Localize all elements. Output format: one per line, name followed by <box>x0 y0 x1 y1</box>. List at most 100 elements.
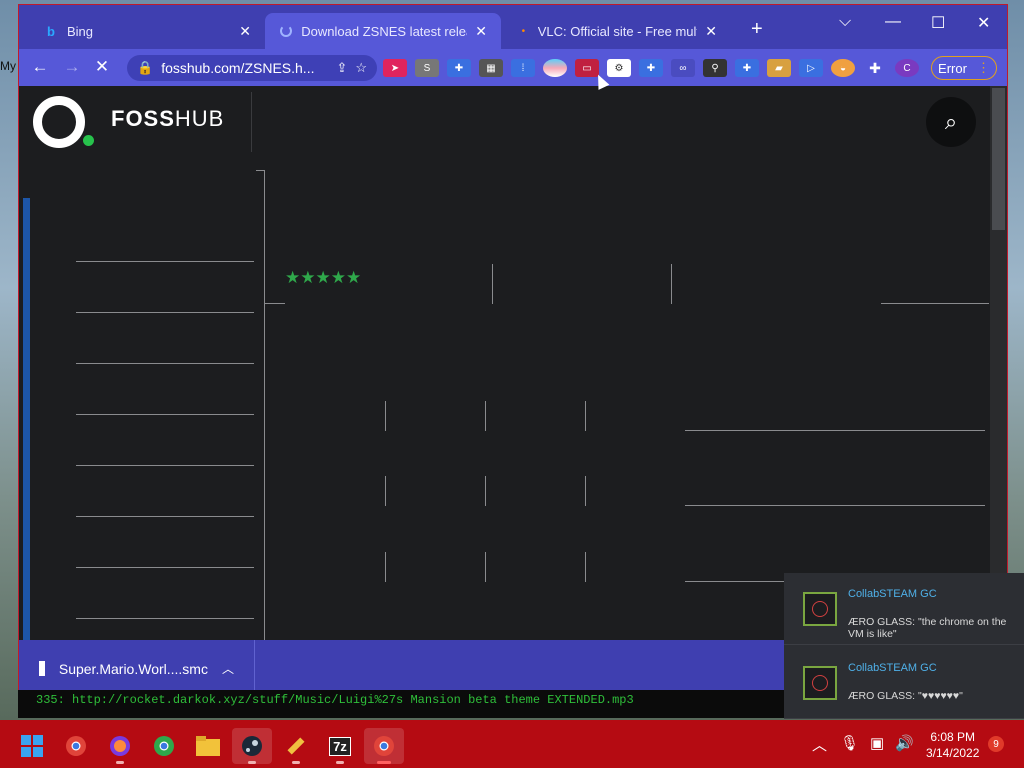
network-icon[interactable]: ▣ <box>870 734 884 752</box>
lock-icon[interactable]: 🔒 <box>137 60 153 76</box>
profile-c-icon[interactable]: C <box>895 59 919 77</box>
menu-dots-icon: ⋮ <box>976 60 990 75</box>
notification-title: CollabSTEAM GC <box>848 662 937 674</box>
download-item[interactable]: Super.Mario.Worl....smc ︿ <box>19 640 255 696</box>
bookmark-star-icon[interactable]: ☆ <box>355 60 367 76</box>
translate-ext-icon[interactable]: ⚙ <box>607 59 631 77</box>
scrollbar-thumb[interactable] <box>992 88 1005 230</box>
address-bar[interactable]: 🔒 fosshub.com/ZSNES.h... ⇪ ☆ <box>127 55 377 81</box>
puzzle-ext-icon[interactable]: ✚ <box>735 59 759 77</box>
sidebar-separator <box>76 312 254 313</box>
loading-spinner-icon <box>279 23 293 39</box>
monitor-ext-icon[interactable]: ▭ <box>575 59 599 77</box>
error-label: Error <box>938 60 967 76</box>
close-tab-icon[interactable]: ✕ <box>239 23 251 40</box>
steam-notification[interactable]: CollabSTEAM GC ÆRO GLASS: "the chrome on… <box>784 573 1024 645</box>
table-row-line <box>685 505 985 506</box>
notification-body: ÆRO GLASS: "the chrome on the VM is like… <box>848 616 1007 640</box>
steam-notification[interactable]: CollabSTEAM GC ÆRO GLASS: "♥♥♥♥♥♥" <box>784 647 1024 719</box>
content-divider <box>264 170 265 696</box>
volume-icon[interactable]: 🔊 <box>895 734 914 752</box>
console-text: 335: http://rocket.darkok.xyz/stuff/Musi… <box>36 693 634 707</box>
taskbar-clock[interactable]: 6:08 PM 3/14/2022 <box>926 729 979 761</box>
chevron-up-icon[interactable]: ︿ <box>812 734 827 755</box>
extensions-icon[interactable]: ✚ <box>863 59 887 77</box>
error-status-button[interactable]: Error ⋮ <box>931 56 997 80</box>
table-divider <box>585 476 586 506</box>
chrome-icon[interactable] <box>364 728 404 764</box>
browser-toolbar: ← → ✕ 🔒 fosshub.com/ZSNES.h... ⇪ ☆ ➤ S ✚… <box>19 49 1007 86</box>
desktop-icon-label[interactable]: My <box>0 59 16 73</box>
stamp-ext-icon[interactable]: ⚲ <box>703 59 727 77</box>
firefox-icon[interactable] <box>100 728 140 764</box>
avatar <box>803 666 837 700</box>
share-icon[interactable]: ⇪ <box>336 60 347 76</box>
sidebar-separator <box>76 261 254 262</box>
table-divider <box>485 476 486 506</box>
brand-bold: FOSS <box>111 106 175 131</box>
microphone-icon[interactable]: 🎙 <box>840 734 859 752</box>
vlc-icon: • <box>521 25 526 37</box>
table-divider <box>585 552 586 582</box>
file-explorer-icon[interactable] <box>188 728 228 764</box>
content-divider-tick <box>256 170 264 171</box>
chrome-icon[interactable] <box>56 728 96 764</box>
windows-start-icon[interactable] <box>12 728 52 764</box>
tab-vlc[interactable]: • VLC: Official site - Free multimedia ✕ <box>503 13 731 49</box>
close-window-button[interactable]: ✕ <box>977 13 990 33</box>
brand-light: HUB <box>174 106 225 131</box>
notification-stack: CollabSTEAM GC ÆRO GLASS: "the chrome on… <box>784 573 1024 719</box>
chrome-icon[interactable] <box>144 728 184 764</box>
link-ext-icon[interactable]: ∞ <box>671 59 695 77</box>
meta-divider <box>671 264 672 304</box>
address-url: fosshub.com/ZSNES.h... <box>161 60 315 76</box>
clock-date: 3/14/2022 <box>926 746 980 760</box>
grid-ext-icon[interactable]: ▦ <box>479 59 503 77</box>
minimize-button[interactable]: — <box>885 13 901 31</box>
file-icon <box>39 661 45 676</box>
chevron-up-icon[interactable]: ︿ <box>222 660 234 677</box>
table-divider <box>385 476 386 506</box>
puzzle-ext-icon[interactable]: ✚ <box>639 59 663 77</box>
steam-icon[interactable] <box>232 728 272 764</box>
tab-bing[interactable]: b Bing ✕ <box>29 13 265 49</box>
close-tab-icon[interactable]: ✕ <box>705 23 717 40</box>
table-divider <box>385 401 386 431</box>
sidebar-separator <box>76 516 254 517</box>
tab-strip: b Bing ✕ Download ZSNES latest release ✕… <box>19 5 1007 49</box>
pencil-app-icon[interactable] <box>276 728 316 764</box>
sidebar-separator <box>76 618 254 619</box>
sidebar-separator <box>76 363 254 364</box>
play-ext-icon[interactable]: ▷ <box>799 59 823 77</box>
sidebar-separator <box>76 414 254 415</box>
7zip-icon[interactable]: 7z <box>320 728 360 764</box>
download-filename: Super.Mario.Worl....smc <box>58 660 208 677</box>
fosshub-logo-icon[interactable] <box>33 96 85 148</box>
tab-zsnes[interactable]: Download ZSNES latest release ✕ <box>265 13 501 49</box>
notification-count-badge[interactable]: 9 <box>988 736 1004 752</box>
logo-dot-icon <box>83 135 94 146</box>
sidebar-accent <box>23 198 30 696</box>
s-ext-icon[interactable]: S <box>415 59 439 77</box>
bing-icon: b <box>47 23 55 39</box>
pinned-ext-icon[interactable]: ➤ <box>383 59 407 77</box>
puzzle-ext-icon[interactable]: ✚ <box>447 59 471 77</box>
stop-loading-button[interactable]: ✕ <box>87 57 117 77</box>
flag-ext-icon[interactable] <box>543 59 567 77</box>
sidebar-separator <box>76 465 254 466</box>
avatar <box>803 592 837 626</box>
apps-ext-icon[interactable]: ⁞ <box>511 59 535 77</box>
maximize-button[interactable]: ☐ <box>931 13 945 33</box>
folder-ext-icon[interactable]: ▰ <box>767 59 791 77</box>
close-tab-icon[interactable]: ✕ <box>475 23 487 40</box>
notification-body: ÆRO GLASS: "♥♥♥♥♥♥" <box>848 690 963 702</box>
site-brand[interactable]: FOSSHUB <box>111 106 224 132</box>
search-icon: ⌕ <box>944 109 958 134</box>
search-button[interactable]: ⌕ <box>926 97 976 147</box>
meta-divider <box>881 303 989 304</box>
fox-ext-icon[interactable]: ◒ <box>831 59 855 77</box>
forward-button[interactable]: → <box>57 57 87 77</box>
tab-search-chevron-icon[interactable]: ⌵ <box>839 13 851 31</box>
back-button[interactable]: ← <box>25 57 55 77</box>
new-tab-button[interactable]: + <box>751 19 763 39</box>
